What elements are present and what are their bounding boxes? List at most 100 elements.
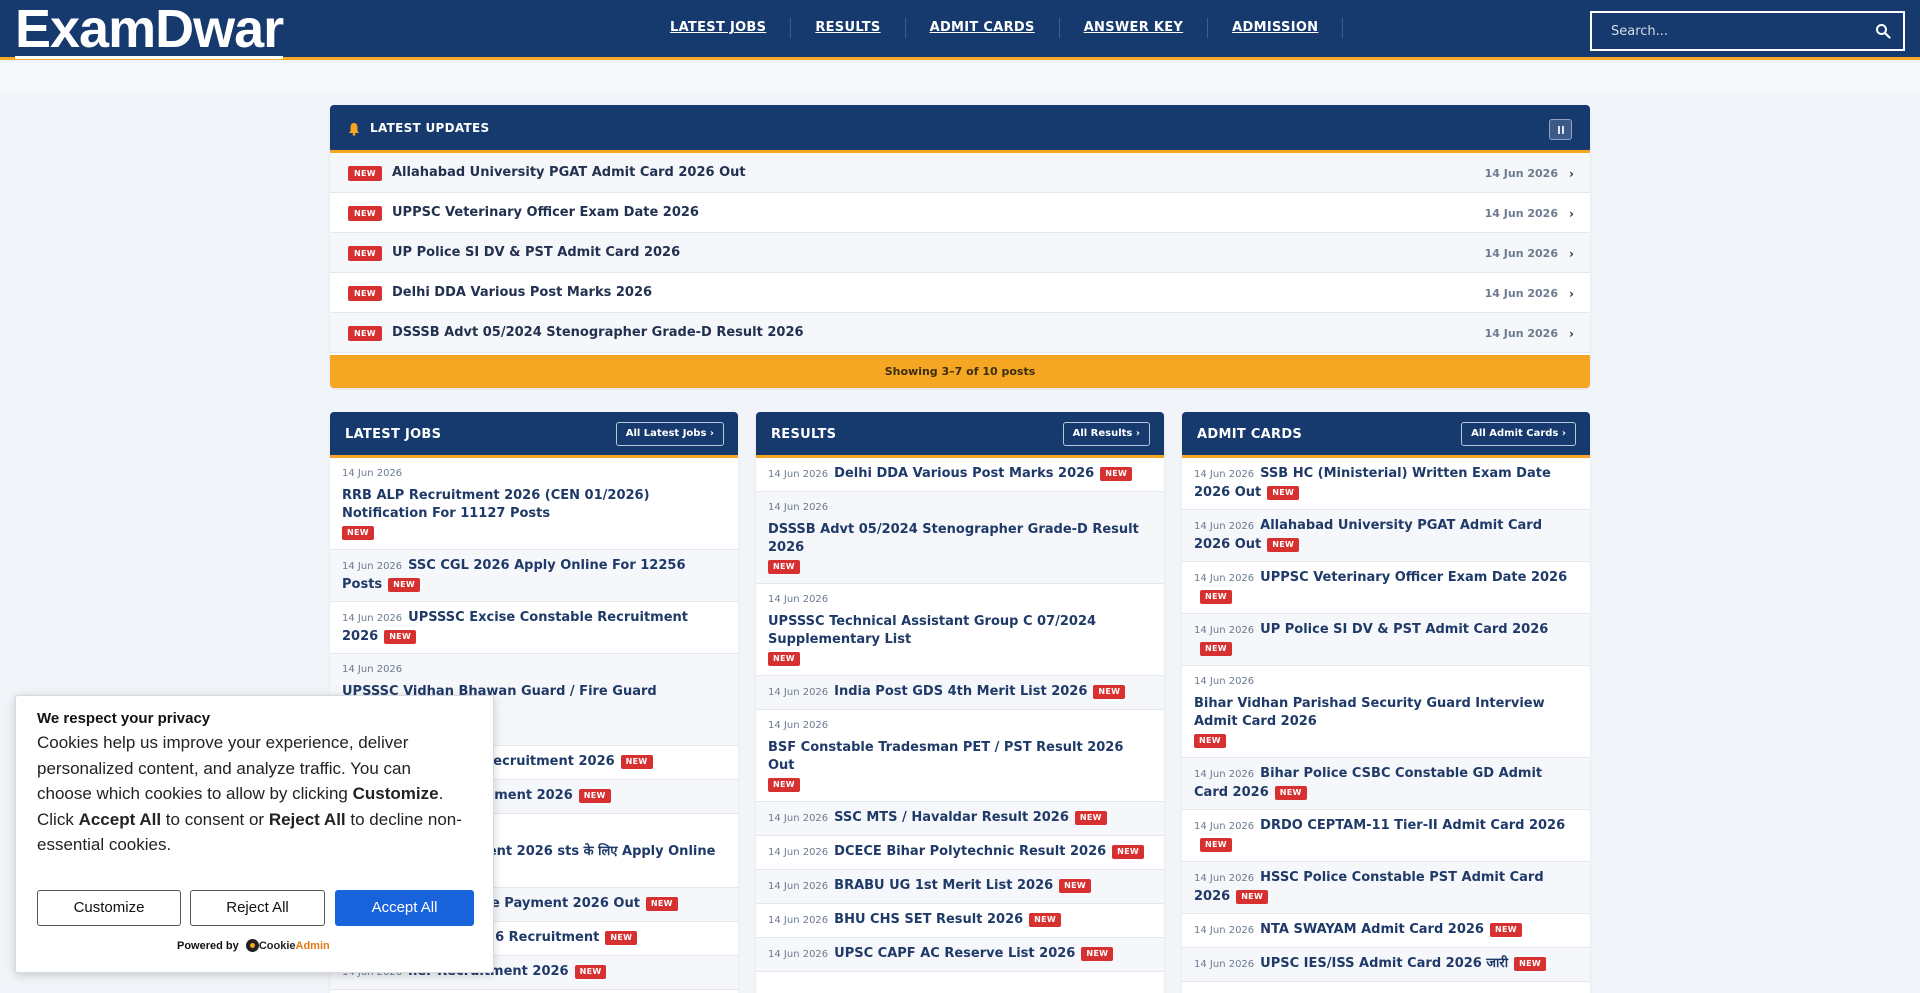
list-item: 14 Jun 2026 UPSSSC Technical Assistant Gr… xyxy=(756,584,1164,676)
new-badge: NEW xyxy=(1059,879,1092,893)
powered-by-label: Powered by xyxy=(177,940,239,952)
item-title-link[interactable]: SSC MTS / Havaldar Result 2026 xyxy=(834,810,1069,825)
item-title-link[interactable]: BHU CHS SET Result 2026 xyxy=(834,912,1023,927)
latest-jobs-title: LATEST JOBS xyxy=(345,427,442,442)
cookie-text-part: to consent or xyxy=(161,809,269,829)
results-card: RESULTS All Results › 14 Jun 2026 Delhi D… xyxy=(756,412,1164,993)
item-date: 14 Jun 2026 xyxy=(768,720,829,731)
site-logo[interactable]: ExamDwar xyxy=(15,2,284,59)
list-item: 14 Jun 2026 Delhi DDA Various Post Marks … xyxy=(756,458,1164,492)
chevron-right-icon: › xyxy=(1569,247,1574,261)
admit-cards-title: ADMIT CARDS xyxy=(1197,427,1303,442)
update-date: 14 Jun 2026 xyxy=(1484,287,1558,300)
nav-results[interactable]: RESULTS xyxy=(791,18,906,38)
new-badge: NEW xyxy=(1194,734,1226,748)
list-item: 14 Jun 2026 SSB HC (Ministerial) Written … xyxy=(1182,458,1590,510)
item-title-link[interactable]: DCECE Bihar Polytechnic Result 2026 xyxy=(834,844,1106,859)
update-row[interactable]: NEW DSSSB Advt 05/2024 Stenographer Grade… xyxy=(330,313,1590,353)
all-admit-cards-button[interactable]: All Admit Cards › xyxy=(1461,422,1576,446)
item-date: 14 Jun 2026 xyxy=(768,813,829,824)
chevron-right-icon: › xyxy=(1569,327,1574,341)
item-title-link[interactable]: BSF Constable Tradesman PET / PST Result… xyxy=(768,739,1152,775)
results-header: RESULTS All Results › xyxy=(756,412,1164,458)
update-title-link[interactable]: UPPSC Veterinary Officer Exam Date 2026 xyxy=(392,205,699,220)
pause-ticker-button[interactable] xyxy=(1549,119,1572,140)
item-title-link[interactable]: NTA SWAYAM Admit Card 2026 xyxy=(1260,922,1484,937)
search-icon[interactable] xyxy=(1875,23,1891,39)
nav-latest-jobs[interactable]: LATEST JOBS xyxy=(646,18,792,38)
update-row[interactable]: NEW UPPSC Veterinary Officer Exam Date 20… xyxy=(330,193,1590,233)
item-title-link[interactable]: RRB ALP Recruitment 2026 (CEN 01/2026) N… xyxy=(342,487,726,523)
new-badge: NEW xyxy=(1489,923,1522,937)
item-title-link[interactable]: DRDO CEPTAM-11 Tier-II Admit Card 2026 xyxy=(1260,818,1565,833)
item-title-link[interactable]: India Post GDS 4th Merit List 2026 xyxy=(834,684,1087,699)
new-badge: NEW xyxy=(1112,845,1145,859)
new-badge: NEW xyxy=(348,326,382,341)
customize-button[interactable]: Customize xyxy=(37,890,181,926)
nav-admit-cards[interactable]: ADMIT CARDS xyxy=(906,18,1060,38)
brand-part: Admin xyxy=(295,940,330,952)
accept-all-button[interactable]: Accept All xyxy=(335,890,474,926)
list-item: 14 Jun 2026 HSSC Police Constable PST Adm… xyxy=(1182,862,1590,914)
item-date: 14 Jun 2026 xyxy=(1194,676,1255,687)
item-date: 14 Jun 2026 xyxy=(1194,873,1255,884)
update-date: 14 Jun 2026 xyxy=(1484,207,1558,220)
cookieadmin-brand[interactable]: CookieAdmin xyxy=(259,940,330,952)
update-title-link[interactable]: Delhi DDA Various Post Marks 2026 xyxy=(392,285,652,300)
item-date: 14 Jun 2026 xyxy=(1194,573,1255,584)
item-date: 14 Jun 2026 xyxy=(1194,925,1255,936)
update-row[interactable]: NEW UP Police SI DV & PST Admit Card 2026… xyxy=(330,233,1590,273)
cookie-powered-by: Powered by CookieAdmin xyxy=(177,939,330,952)
all-latest-jobs-button[interactable]: All Latest Jobs › xyxy=(615,422,724,446)
all-results-button[interactable]: All Results › xyxy=(1062,422,1150,446)
new-badge: NEW xyxy=(1274,786,1307,800)
update-row[interactable]: NEW Allahabad University PGAT Admit Card … xyxy=(330,153,1590,193)
cookie-text-emphasis: Reject All xyxy=(268,809,346,829)
item-title-link[interactable]: UPSC IES/ISS Admit Card 2026 जारी xyxy=(1260,956,1508,971)
list-item: 14 Jun 2026 Allahabad University PGAT Adm… xyxy=(1182,510,1590,562)
item-title-link[interactable]: Delhi DDA Various Post Marks 2026 xyxy=(834,466,1094,481)
new-badge: NEW xyxy=(1200,642,1232,656)
bell-icon xyxy=(349,123,359,136)
item-title-link[interactable]: UP Police SI DV & PST Admit Card 2026 xyxy=(1260,622,1548,637)
cookie-text-emphasis: Customize xyxy=(352,784,439,804)
item-title-link[interactable]: BRABU UG 1st Merit List 2026 xyxy=(834,878,1053,893)
list-item: 14 Jun 2026 DSSSB Advt 05/2024 Stenograph… xyxy=(756,492,1164,584)
item-title-link[interactable]: UPSC CAPF AC Reserve List 2026 xyxy=(834,946,1075,961)
chevron-right-icon: › xyxy=(1569,167,1574,181)
new-badge: NEW xyxy=(1029,913,1062,927)
item-title-link[interactable]: Bihar Vidhan Parishad Security Guard Int… xyxy=(1194,695,1578,731)
new-badge: NEW xyxy=(1514,957,1546,971)
header-spacer xyxy=(0,63,1920,93)
item-date: 14 Jun 2026 xyxy=(1194,821,1255,832)
item-date: 14 Jun 2026 xyxy=(768,687,829,698)
new-badge: NEW xyxy=(1081,947,1114,961)
list-item: 14 Jun 2026 Bihar Vidhan Parishad Securit… xyxy=(1182,666,1590,758)
new-badge: NEW xyxy=(348,206,382,221)
nav-answer-key[interactable]: ANSWER KEY xyxy=(1060,18,1209,38)
update-title-link[interactable]: DSSSB Advt 05/2024 Stenographer Grade-D … xyxy=(392,325,804,340)
new-badge: NEW xyxy=(620,755,653,769)
results-list: 14 Jun 2026 Delhi DDA Various Post Marks … xyxy=(756,458,1164,972)
search-input[interactable] xyxy=(1592,13,1862,49)
list-item: 14 Jun 2026 BRABU UG 1st Merit List 2026 N… xyxy=(756,870,1164,904)
update-title-link[interactable]: UP Police SI DV & PST Admit Card 2026 xyxy=(392,245,680,260)
update-row[interactable]: NEW Delhi DDA Various Post Marks 2026 14 J… xyxy=(330,273,1590,313)
item-date: 14 Jun 2026 xyxy=(768,881,829,892)
item-date: 14 Jun 2026 xyxy=(1194,769,1255,780)
latest-jobs-header: LATEST JOBS All Latest Jobs › xyxy=(330,412,738,458)
new-badge: NEW xyxy=(342,526,374,540)
main-nav: LATEST JOBS RESULTS ADMIT CARDS ANSWER K… xyxy=(646,18,1344,38)
list-item: 14 Jun 2026 BSF Constable Tradesman PET /… xyxy=(756,710,1164,802)
nav-admission[interactable]: ADMISSION xyxy=(1208,18,1344,38)
list-item: 14 Jun 2026 BHU CHS SET Result 2026 NEW xyxy=(756,904,1164,938)
item-title-link[interactable]: UPSSSC Technical Assistant Group C 07/20… xyxy=(768,613,1152,649)
list-item: 14 Jun 2026 DRDO CEPTAM-11 Tier-II Admit … xyxy=(1182,810,1590,862)
reject-all-button[interactable]: Reject All xyxy=(190,890,325,926)
update-title-link[interactable]: Allahabad University PGAT Admit Card 202… xyxy=(392,165,746,180)
item-date: 14 Jun 2026 xyxy=(1194,959,1255,970)
item-title-link[interactable]: UPPSC Veterinary Officer Exam Date 2026 xyxy=(1260,570,1567,585)
item-title-link[interactable]: DSSSB Advt 05/2024 Stenographer Grade-D … xyxy=(768,521,1152,557)
item-date: 14 Jun 2026 xyxy=(768,949,829,960)
list-item: 14 Jun 2026 DCECE Bihar Polytechnic Resul… xyxy=(756,836,1164,870)
